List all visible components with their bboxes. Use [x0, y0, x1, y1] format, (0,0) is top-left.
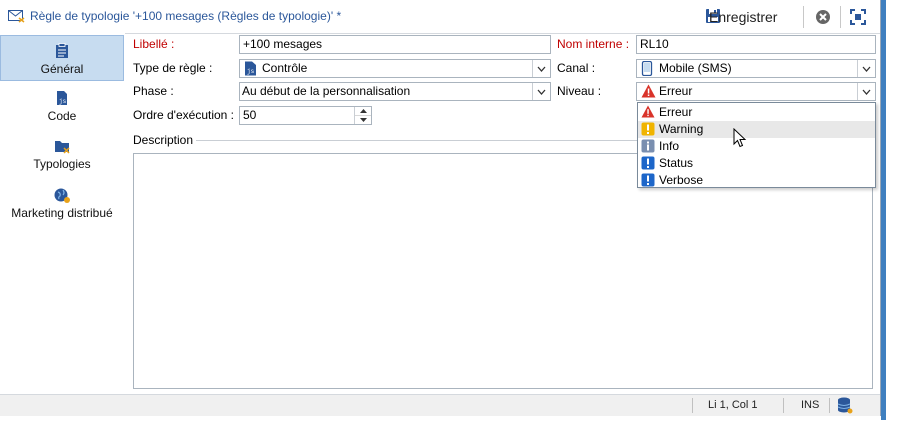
fullscreen-icon: [850, 9, 866, 25]
niveau-select[interactable]: Erreur: [636, 82, 876, 101]
save-button[interactable]: Enregistrer: [705, 7, 777, 27]
ordre-value: 50: [243, 108, 257, 122]
dropdown-option-warning[interactable]: Warning: [638, 121, 875, 138]
sidebar-item-marketing-distribue[interactable]: Marketing distribué: [0, 187, 124, 220]
sidebar-item-general[interactable]: Général: [0, 35, 124, 81]
clipboard-icon: [54, 43, 70, 59]
window-title: Règle de typologie '+100 mesages (Règles…: [30, 9, 342, 23]
window: Règle de typologie '+100 mesages (Règles…: [0, 0, 881, 416]
dropdown-option-label: Info: [659, 139, 680, 153]
typology-rule-icon: [8, 10, 25, 26]
niveau-dropdown-list: Erreur Warning Info Status Verbose: [637, 102, 876, 188]
close-circle-icon: [816, 10, 830, 24]
phase-label: Phase :: [133, 84, 174, 98]
canal-value: Mobile (SMS): [659, 61, 732, 75]
dropdown-option-info[interactable]: Info: [638, 138, 875, 155]
title-bar: Règle de typologie '+100 mesages (Règles…: [0, 0, 880, 34]
dropdown-option-label: Warning: [659, 122, 704, 136]
sidebar-item-label: Marketing distribué: [11, 206, 113, 220]
code-file-icon: js: [54, 90, 70, 106]
save-label: Enregistrer: [709, 9, 778, 25]
sidebar-item-typologies[interactable]: Typologies: [0, 138, 124, 171]
type-regle-select[interactable]: js Contrôle: [239, 59, 551, 78]
globe-icon: [54, 187, 70, 203]
status-divider: [829, 398, 830, 413]
nom-interne-label: Nom interne :: [557, 37, 630, 51]
control-rule-icon: js: [244, 61, 257, 77]
dropdown-option-status[interactable]: Status: [638, 155, 875, 172]
insert-mode: INS: [801, 399, 820, 411]
phase-select[interactable]: Au début de la personnalisation: [239, 82, 551, 101]
niveau-label: Niveau :: [557, 84, 602, 98]
dropdown-option-verbose[interactable]: Verbose: [638, 172, 875, 189]
type-regle-value: Contrôle: [262, 61, 308, 75]
canal-label: Canal :: [557, 61, 596, 75]
ordre-label: Ordre d'exécution :: [133, 108, 235, 122]
sidebar-item-label: Typologies: [33, 157, 91, 171]
dropdown-option-label: Status: [659, 156, 694, 170]
status-bar: Li 1, Col 1 INS: [0, 394, 880, 416]
toolbar-divider: [803, 6, 804, 28]
mouse-pointer-icon: [733, 127, 747, 151]
chevron-down-icon[interactable]: [857, 83, 875, 100]
verbose-icon: [641, 173, 655, 192]
folder-icon: [54, 138, 70, 154]
type-regle-label: Type de règle :: [133, 61, 213, 75]
ordre-stepper[interactable]: 50: [239, 106, 372, 125]
sidebar: Général js Code Typologies Marketing dis…: [0, 33, 125, 394]
error-triangle-icon: [641, 84, 656, 100]
niveau-value: Erreur: [659, 84, 693, 98]
maximize-button[interactable]: [849, 8, 867, 26]
libelle-label: Libellé :: [133, 37, 175, 51]
cursor-position: Li 1, Col 1: [708, 399, 758, 411]
sidebar-item-label: Général: [40, 62, 84, 76]
window-frame-edge: [881, 0, 886, 420]
dropdown-option-erreur[interactable]: Erreur: [638, 104, 875, 121]
database-icon[interactable]: [837, 397, 853, 417]
dropdown-option-label: Verbose: [659, 173, 704, 187]
dropdown-option-label: Erreur: [659, 105, 693, 119]
chevron-down-icon[interactable]: [857, 60, 875, 77]
svg-text:js: js: [247, 68, 255, 75]
sidebar-item-label: Code: [47, 109, 77, 123]
close-button[interactable]: [814, 8, 832, 26]
status-divider: [692, 398, 693, 413]
nom-interne-input[interactable]: RL10: [636, 35, 876, 54]
libelle-input[interactable]: +100 mesages: [239, 35, 551, 54]
toolbar-divider: [840, 6, 841, 28]
description-label: Description: [133, 133, 194, 147]
form-panel: Libellé : +100 mesages Nom interne : RL1…: [125, 33, 880, 394]
phase-value: Au début de la personnalisation: [242, 84, 411, 98]
stepper-down-arrow-icon[interactable]: [355, 116, 371, 124]
status-divider: [783, 398, 784, 413]
chevron-down-icon[interactable]: [532, 60, 550, 77]
svg-text:js: js: [59, 98, 67, 105]
stepper-buttons: [354, 107, 371, 124]
stepper-up-arrow-icon[interactable]: [355, 107, 371, 116]
chevron-down-icon[interactable]: [532, 83, 550, 100]
canal-select[interactable]: Mobile (SMS): [636, 59, 876, 78]
sidebar-item-code[interactable]: js Code: [0, 90, 124, 123]
mobile-phone-icon: [641, 60, 653, 77]
